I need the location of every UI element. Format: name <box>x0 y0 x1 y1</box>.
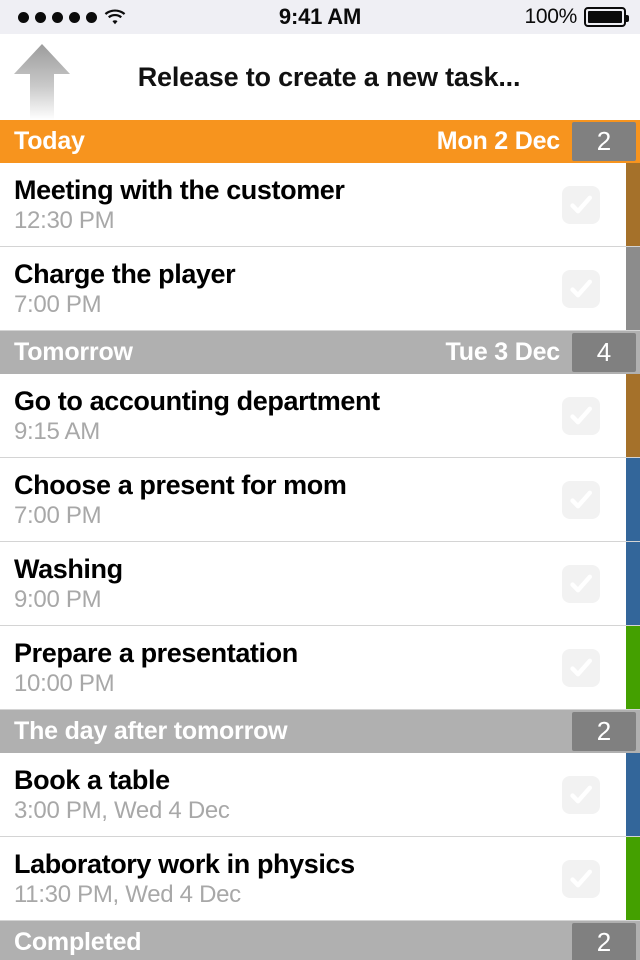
task-complete-checkbox[interactable] <box>562 564 600 603</box>
task-title: Book a table <box>14 764 170 795</box>
task-time: 11:30 PM, Wed 4 Dec <box>14 880 241 908</box>
task-complete-checkbox[interactable] <box>562 775 600 814</box>
task-text: Meeting with the customer 12:30 PM <box>0 174 562 236</box>
section-count-badge: 2 <box>572 122 636 161</box>
task-row[interactable]: Meeting with the customer 12:30 PM <box>0 163 640 247</box>
pull-to-refresh-label: Release to create a new task... <box>137 61 521 92</box>
task-title: Laboratory work in physics <box>14 848 355 879</box>
section-header[interactable]: Completed 2 <box>0 921 640 960</box>
task-complete-checkbox[interactable] <box>562 269 600 308</box>
task-row[interactable]: Laboratory work in physics 11:30 PM, Wed … <box>0 837 640 921</box>
task-title: Washing <box>14 553 123 584</box>
task-priority-strip <box>626 163 640 246</box>
status-bar-right: 100% <box>524 0 629 34</box>
task-time: 10:00 PM <box>14 669 115 697</box>
task-title: Charge the player <box>14 258 236 289</box>
task-title: Prepare a presentation <box>14 637 298 668</box>
task-time: 7:00 PM <box>14 501 102 529</box>
task-priority-strip <box>626 458 640 541</box>
task-complete-checkbox[interactable] <box>562 859 600 898</box>
task-priority-strip <box>626 247 640 330</box>
section-header-right: Tue 3 Dec 4 <box>446 331 640 374</box>
task-text: Choose a present for mom 7:00 PM <box>0 469 562 531</box>
section-title: Tomorrow <box>14 338 133 366</box>
task-text: Go to accounting department 9:15 AM <box>0 385 562 447</box>
task-text: Prepare a presentation 10:00 PM <box>0 637 562 699</box>
task-priority-strip <box>626 626 640 709</box>
section-title: Today <box>14 127 85 155</box>
pull-to-refresh-banner: Release to create a new task... <box>0 34 640 120</box>
task-text: Charge the player 7:00 PM <box>0 258 562 320</box>
task-row[interactable]: Prepare a presentation 10:00 PM <box>0 626 640 710</box>
task-time: 12:30 PM <box>14 206 115 234</box>
section-date: Tue 3 Dec <box>445 338 561 366</box>
section-header-right: Mon 2 Dec 2 <box>437 120 640 163</box>
task-priority-strip <box>626 837 640 920</box>
section-header[interactable]: Today Mon 2 Dec 2 <box>0 120 640 163</box>
section-header[interactable]: The day after tomorrow 2 <box>0 710 640 753</box>
section-count-badge: 2 <box>572 712 636 751</box>
task-priority-strip <box>626 542 640 625</box>
task-row[interactable]: Choose a present for mom 7:00 PM <box>0 458 640 542</box>
task-time: 9:15 AM <box>14 417 100 445</box>
task-priority-strip <box>626 374 640 457</box>
task-title: Go to accounting department <box>14 385 380 416</box>
section-title: The day after tomorrow <box>14 717 288 745</box>
task-time: 9:00 PM <box>14 585 102 613</box>
section-title: Completed <box>14 928 142 956</box>
status-bar: 9:41 AM 100% <box>0 0 640 34</box>
task-time: 7:00 PM <box>14 290 102 318</box>
section-count-badge: 2 <box>572 923 636 960</box>
task-row[interactable]: Go to accounting department 9:15 AM <box>0 374 640 458</box>
task-complete-checkbox[interactable] <box>562 648 600 687</box>
task-priority-strip <box>626 753 640 836</box>
section-count-badge: 4 <box>572 333 636 372</box>
task-complete-checkbox[interactable] <box>562 480 600 519</box>
task-text: Book a table 3:00 PM, Wed 4 Dec <box>0 764 562 826</box>
task-list[interactable]: Today Mon 2 Dec 2 Meeting with the customer… <box>0 120 640 960</box>
task-row[interactable]: Charge the player 7:00 PM <box>0 247 640 331</box>
section-header-right: 2 <box>572 921 640 960</box>
battery-full-icon <box>584 7 629 27</box>
task-row[interactable]: Washing 9:00 PM <box>0 542 640 626</box>
task-title: Meeting with the customer <box>14 174 345 205</box>
task-complete-checkbox[interactable] <box>562 396 600 435</box>
task-time: 3:00 PM, Wed 4 Dec <box>14 796 230 824</box>
section-header[interactable]: Tomorrow Tue 3 Dec 4 <box>0 331 640 374</box>
section-header-right: 2 <box>572 710 640 753</box>
task-text: Laboratory work in physics 11:30 PM, Wed … <box>0 848 562 910</box>
task-text: Washing 9:00 PM <box>0 553 562 615</box>
task-complete-checkbox[interactable] <box>562 185 600 224</box>
task-title: Choose a present for mom <box>14 469 347 500</box>
section-date: Mon 2 Dec <box>436 127 560 155</box>
battery-percent-label: 100% <box>524 5 577 28</box>
task-row[interactable]: Book a table 3:00 PM, Wed 4 Dec <box>0 753 640 837</box>
